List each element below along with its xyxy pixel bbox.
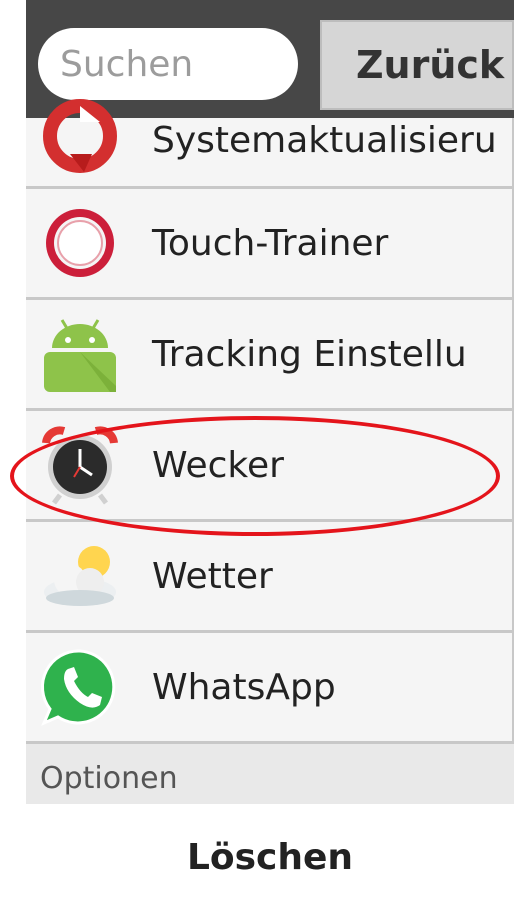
- weather-icon: [44, 546, 116, 606]
- search-placeholder: Suchen: [60, 43, 194, 85]
- whatsapp-icon: [40, 649, 116, 726]
- list-item-alarm-clock[interactable]: Wecker: [26, 411, 514, 522]
- list-item-tracking-settings[interactable]: Tracking Einstellu: [26, 300, 514, 411]
- list-item-label: Wetter: [152, 555, 273, 597]
- system-update-icon: [43, 99, 117, 173]
- list-item-label: WhatsApp: [152, 666, 336, 708]
- app-screen: Suchen Zurück Systemaktualisieru Touch-T…: [26, 0, 514, 910]
- list-item-touch-trainer[interactable]: Touch-Trainer: [26, 189, 514, 300]
- touch-trainer-icon: [46, 209, 114, 277]
- search-input[interactable]: Suchen: [38, 28, 298, 100]
- list-item-whatsapp[interactable]: WhatsApp: [26, 633, 514, 744]
- app-list: Systemaktualisieru Touch-Trainer Trackin…: [26, 99, 514, 744]
- back-button-label: Zurück: [356, 43, 505, 87]
- delete-button-label: Löschen: [186, 836, 354, 878]
- list-item-label: Systemaktualisieru: [152, 120, 497, 161]
- alarm-clock-icon: [42, 426, 118, 505]
- back-button[interactable]: Zurück: [320, 20, 514, 110]
- list-item-system-update[interactable]: Systemaktualisieru: [26, 99, 514, 189]
- list-item-label: Tracking Einstellu: [152, 333, 467, 375]
- options-label: Optionen: [40, 760, 178, 796]
- list-item-label: Wecker: [152, 444, 284, 486]
- list-item-weather[interactable]: Wetter: [26, 522, 514, 633]
- android-icon: [44, 319, 116, 392]
- delete-button[interactable]: Löschen: [26, 804, 514, 910]
- list-item-label: Touch-Trainer: [152, 222, 389, 264]
- options-section-header: Optionen: [26, 752, 514, 804]
